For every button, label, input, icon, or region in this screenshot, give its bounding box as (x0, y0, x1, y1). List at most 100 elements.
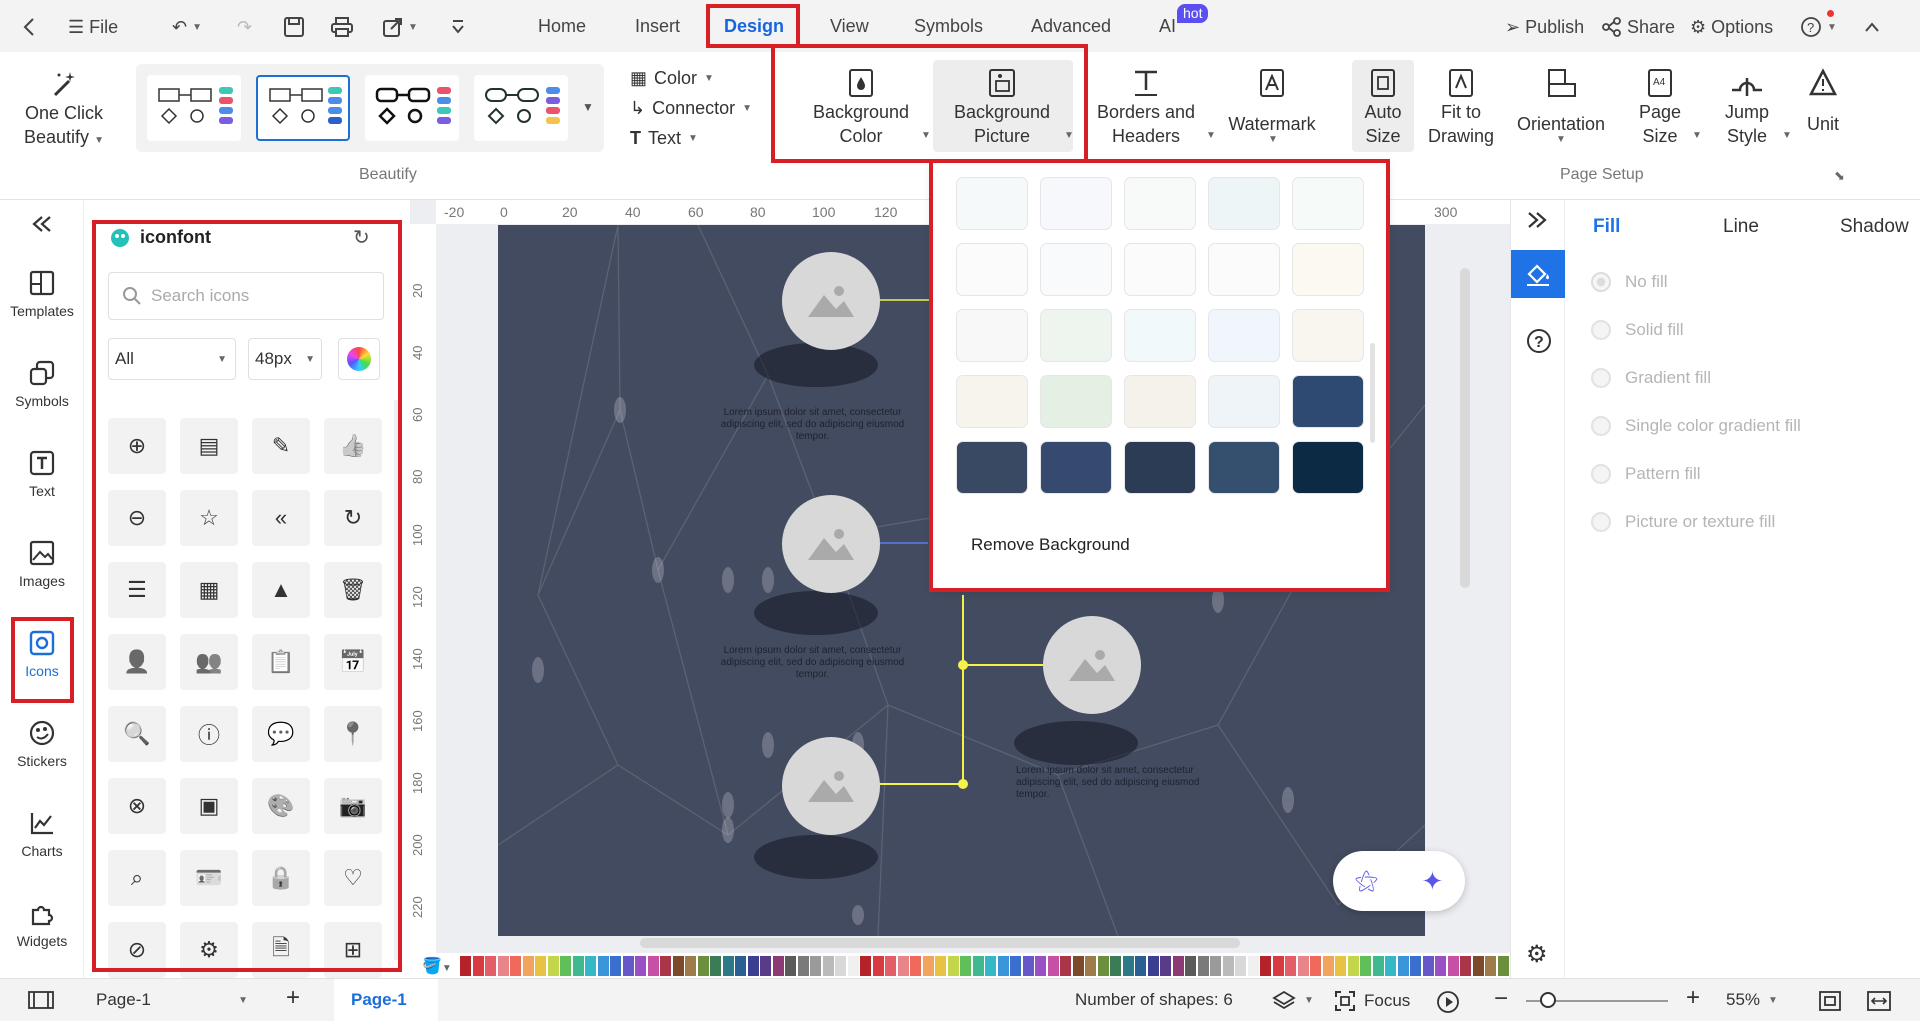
color-swatch[interactable] (1347, 956, 1359, 976)
color-swatch[interactable] (1110, 956, 1121, 976)
color-swatch[interactable] (672, 956, 684, 976)
color-swatch[interactable] (647, 956, 659, 976)
color-swatch[interactable] (535, 956, 546, 976)
color-swatch[interactable] (485, 956, 496, 976)
page-tab[interactable]: Page-1 (351, 990, 407, 1010)
zoom-out-button[interactable]: − (1494, 985, 1508, 1013)
beautify-style-3[interactable] (365, 75, 459, 141)
nav-stickers[interactable]: Stickers (0, 720, 84, 769)
color-swatch[interactable] (1135, 956, 1146, 976)
color-swatch[interactable] (1222, 956, 1234, 976)
expand-panel-icon[interactable] (1525, 210, 1549, 236)
color-swatch[interactable] (960, 956, 971, 976)
color-swatch[interactable] (1185, 956, 1196, 976)
picture-texture-fill-option[interactable]: Picture or texture fill (1591, 512, 1775, 532)
color-swatch[interactable] (872, 956, 884, 976)
help-icon[interactable]: ? (1526, 328, 1552, 359)
color-swatch[interactable] (1247, 956, 1259, 976)
color-swatch[interactable] (947, 956, 959, 976)
canvas-vertical-scrollbar[interactable] (1460, 268, 1470, 588)
color-swatch[interactable] (1072, 956, 1084, 976)
print-icon[interactable] (331, 14, 353, 40)
color-swatch[interactable] (522, 956, 534, 976)
tab-advanced[interactable]: Advanced (1031, 16, 1111, 37)
export-button[interactable]: ▼ (383, 14, 418, 40)
auto-size-button[interactable]: Auto Size (1352, 66, 1414, 148)
color-swatch[interactable] (685, 956, 696, 976)
color-swatch[interactable] (635, 956, 646, 976)
tab-insert[interactable]: Insert (635, 16, 680, 37)
color-swatch[interactable] (560, 956, 571, 976)
color-swatch[interactable] (1010, 956, 1021, 976)
connector-button[interactable]: ↳ Connector ▼ (630, 98, 752, 119)
color-swatch[interactable] (622, 956, 634, 976)
color-swatch[interactable] (1372, 956, 1384, 976)
color-swatch[interactable] (1322, 956, 1334, 976)
color-swatch[interactable] (1472, 956, 1484, 976)
color-button[interactable]: ▦ Color ▼ (630, 68, 714, 89)
nav-templates[interactable]: Templates (0, 270, 84, 319)
tab-view[interactable]: View (830, 16, 869, 37)
color-swatch[interactable] (885, 956, 896, 976)
text-block-1[interactable]: Lorem ipsum dolor sit amet, consectetur … (710, 407, 915, 443)
orientation-button[interactable]: Orientation (1510, 66, 1612, 136)
color-swatch[interactable] (785, 956, 796, 976)
color-swatch[interactable] (1122, 956, 1134, 976)
color-swatch[interactable] (1335, 956, 1346, 976)
color-swatch[interactable] (722, 956, 734, 976)
color-swatch[interactable] (860, 956, 871, 976)
color-swatch[interactable] (1060, 956, 1071, 976)
image-placeholder-2[interactable] (782, 495, 880, 593)
jump-style-button[interactable]: Jump Style (1712, 66, 1782, 148)
color-swatch[interactable] (1447, 956, 1459, 976)
color-swatch[interactable] (835, 956, 846, 976)
magic-wand-icon[interactable]: ⚝ (1355, 867, 1378, 895)
color-swatch[interactable] (997, 956, 1009, 976)
settings-icon[interactable]: ⚙ (1526, 940, 1548, 969)
nav-symbols[interactable]: Symbols (0, 360, 84, 409)
focus-button[interactable]: Focus (1334, 990, 1410, 1012)
color-swatch[interactable] (910, 956, 921, 976)
color-swatch[interactable] (935, 956, 946, 976)
sparkle-icon[interactable]: ✦ (1421, 866, 1443, 897)
tab-line[interactable]: Line (1723, 216, 1759, 238)
pattern-fill-option[interactable]: Pattern fill (1591, 464, 1701, 484)
color-swatch[interactable] (1485, 956, 1496, 976)
color-swatch[interactable] (922, 956, 934, 976)
zoom-slider-handle[interactable] (1540, 992, 1556, 1008)
collapse-panel-icon[interactable] (0, 214, 84, 234)
nav-text[interactable]: Text (0, 450, 84, 499)
quick-access-more-icon[interactable] (451, 14, 465, 40)
nav-charts[interactable]: Charts (0, 810, 84, 859)
beautify-style-1[interactable] (147, 75, 241, 141)
color-swatch[interactable] (597, 956, 609, 976)
color-swatch[interactable] (1172, 956, 1184, 976)
no-fill-option[interactable]: No fill (1591, 272, 1668, 292)
color-swatch[interactable] (1285, 956, 1296, 976)
color-swatch[interactable] (1410, 956, 1421, 976)
unit-button[interactable]: Unit (1800, 66, 1846, 136)
nav-images[interactable]: Images (0, 540, 84, 589)
color-swatch[interactable] (1097, 956, 1109, 976)
share-button[interactable]: Share (1602, 14, 1675, 40)
solid-fill-option[interactable]: Solid fill (1591, 320, 1684, 340)
text-block-2[interactable]: Lorem ipsum dolor sit amet, consectetur … (710, 645, 915, 681)
color-swatch[interactable] (1497, 956, 1509, 976)
text-block-3[interactable]: Lorem ipsum dolor sit amet, consectetur … (1016, 765, 1221, 801)
color-swatch[interactable] (585, 956, 596, 976)
publish-button[interactable]: ➢ Publish (1505, 14, 1584, 40)
collapse-ribbon-icon[interactable] (1864, 14, 1880, 40)
tab-symbols[interactable]: Symbols (914, 16, 983, 37)
image-placeholder-4[interactable] (1043, 616, 1141, 714)
back-icon[interactable] (22, 14, 36, 40)
color-swatch[interactable] (1047, 956, 1059, 976)
color-swatch[interactable] (1210, 956, 1221, 976)
tab-ai[interactable]: AI (1159, 16, 1176, 37)
image-placeholder-1[interactable] (782, 252, 880, 350)
color-swatch[interactable] (972, 956, 984, 976)
beautify-more-icon[interactable]: ▼ (582, 100, 594, 114)
zoom-level[interactable]: 55% ▼ (1726, 990, 1778, 1010)
fit-to-drawing-button[interactable]: Fit to Drawing (1420, 66, 1502, 148)
color-swatch[interactable] (460, 956, 471, 976)
color-swatch[interactable] (547, 956, 559, 976)
